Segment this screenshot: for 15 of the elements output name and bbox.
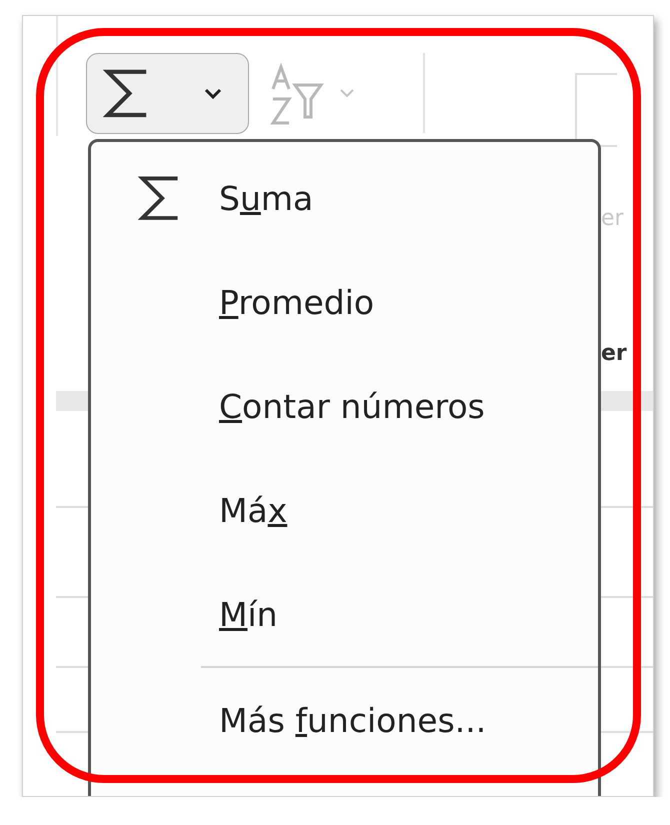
menu-item[interactable]: Suma	[91, 146, 598, 250]
chevron-down-icon	[204, 88, 222, 100]
menu-item-label: Promedio	[219, 282, 374, 322]
menu-item-label: Más funciones...	[219, 700, 486, 740]
menu-item-label: Mín	[219, 594, 278, 634]
menu-item-label: Máx	[219, 490, 288, 530]
menu-item[interactable]: Máx	[91, 458, 598, 562]
menu-item-label: Contar números	[219, 386, 485, 426]
ribbon-label: er	[601, 341, 627, 366]
menu-item[interactable]: Contar números	[91, 354, 598, 458]
menu-item[interactable]: Más funciones...	[91, 668, 598, 772]
menu-item-label: Suma	[219, 178, 314, 218]
menu-item[interactable]: Promedio	[91, 250, 598, 354]
menu-item[interactable]: Mín	[91, 562, 598, 666]
autosum-button[interactable]	[86, 53, 249, 134]
